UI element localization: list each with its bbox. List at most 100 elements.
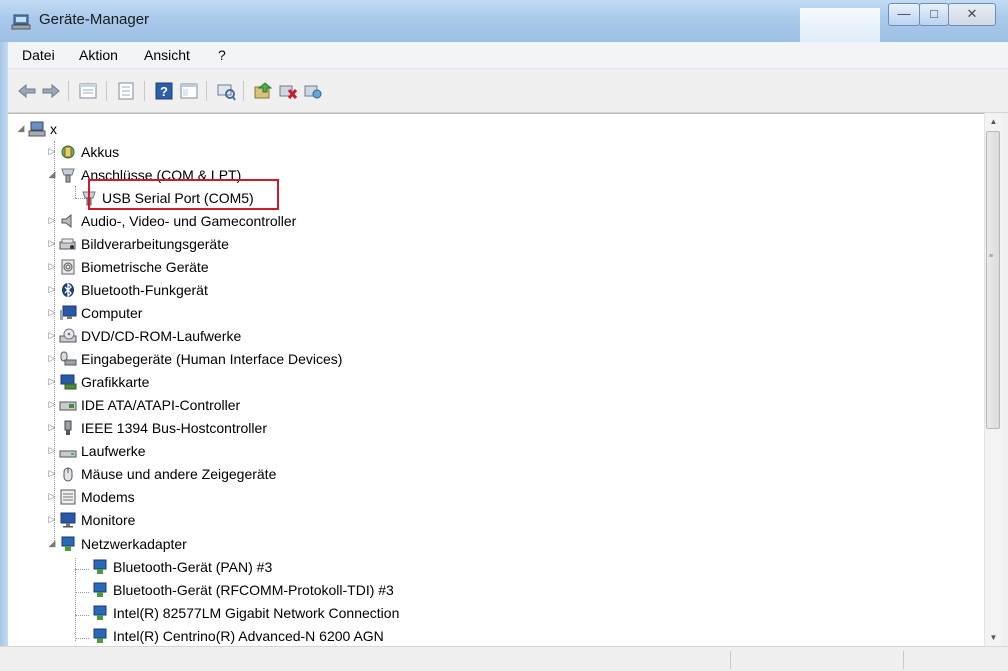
tree-line [75, 615, 89, 616]
tree-item-audio[interactable]: ▷ Audio-, Video- und Gamecontroller [47, 209, 297, 232]
network-adapter-icon [93, 605, 107, 620]
collapse-icon[interactable]: ◢ [47, 169, 57, 180]
monitor-icon [60, 512, 76, 527]
console-tree-icon[interactable] [179, 81, 199, 101]
tree-item-label: Bildverarbeitungsgeräte [81, 235, 229, 252]
network-adapter-icon [93, 628, 107, 643]
tree-line [75, 638, 89, 639]
tree-item-laufwerke[interactable]: ▷ Laufwerke [47, 439, 146, 462]
tree-item-grafikkarte[interactable]: ▷ Grafikkarte [47, 370, 150, 393]
tree-item-monitore[interactable]: ▷ Monitore [47, 508, 136, 531]
expand-icon[interactable]: ▷ [47, 514, 57, 525]
tree-item-dvd[interactable]: ▷ DVD/CD-ROM-Laufwerke [47, 324, 242, 347]
tree-item-netzwerkadapter[interactable]: ◢ Netzwerkadapter [47, 532, 187, 555]
device-manager-icon [11, 14, 31, 30]
expand-icon[interactable]: ▷ [47, 330, 57, 341]
expand-icon[interactable]: ▷ [47, 353, 57, 364]
tree-item-bildverarbeitung[interactable]: ▷ Bildverarbeitungsgeräte [47, 232, 229, 255]
tree-item-network-child[interactable]: Intel(R) 82577LM Gigabit Network Connect… [91, 601, 399, 624]
status-bar [0, 646, 1008, 671]
scroll-down-icon[interactable]: ▼ [985, 629, 1002, 646]
expand-icon[interactable]: ▷ [47, 146, 57, 157]
network-adapter-icon [61, 536, 75, 551]
minimize-button[interactable]: — [888, 3, 920, 26]
collapse-icon[interactable]: ◢ [47, 538, 57, 549]
back-icon[interactable] [17, 81, 37, 101]
battery-icon [61, 145, 75, 158]
window-title: Geräte-Manager [39, 11, 150, 28]
toolbar-separator [68, 81, 69, 101]
tree-item-computer[interactable]: ▷ Computer [47, 301, 143, 324]
tree-item-label: Intel(R) 82577LM Gigabit Network Connect… [113, 604, 400, 621]
expand-icon[interactable]: ▷ [47, 284, 57, 295]
close-button[interactable]: ✕ [948, 3, 996, 26]
tree-item-label: Bluetooth-Funkgerät [81, 281, 208, 298]
vertical-scrollbar[interactable]: ▲ ≡ ▼ [984, 113, 1002, 646]
modem-icon [60, 489, 76, 504]
tree-item-ieee1394[interactable]: ▷ IEEE 1394 Bus-Hostcontroller [47, 416, 267, 439]
tree-root[interactable]: ◢ x [16, 117, 57, 140]
update-driver-icon[interactable] [253, 81, 273, 101]
properties-icon[interactable] [78, 81, 98, 101]
uninstall-icon[interactable] [303, 81, 323, 101]
minimize-icon: — [897, 6, 911, 21]
tree-line [75, 186, 76, 198]
expand-icon[interactable]: ▷ [47, 238, 57, 249]
help-icon[interactable]: ? [154, 81, 174, 101]
expand-icon[interactable]: ▷ [47, 445, 57, 456]
tree-item-modems[interactable]: ▷ Modems [47, 485, 135, 508]
monitor-icon [60, 305, 77, 320]
expand-icon[interactable]: ▷ [47, 399, 57, 410]
expand-icon[interactable]: ▷ [47, 422, 57, 433]
maximize-button[interactable]: □ [919, 3, 949, 26]
mouse-icon [63, 467, 73, 481]
tree-item-label: Bluetooth-Gerät (PAN) #3 [113, 558, 273, 575]
menu-ansicht[interactable]: Ansicht [144, 47, 190, 63]
tree-item-maeuse[interactable]: ▷ Mäuse und andere Zeigegeräte [47, 462, 277, 485]
toolbar: ? [8, 69, 1008, 113]
tree-item-label: IEEE 1394 Bus-Hostcontroller [81, 419, 267, 436]
expand-icon[interactable]: ▷ [47, 376, 57, 387]
tree-item-label: Bluetooth-Gerät (RFCOMM-Protokoll-TDI) #… [113, 581, 394, 598]
tree-item-label: DVD/CD-ROM-Laufwerke [81, 327, 242, 344]
menu-aktion[interactable]: Aktion [79, 47, 118, 63]
tree-item-bluetooth[interactable]: ▷ Bluetooth-Funkgerät [47, 278, 208, 301]
title-bar: Geräte-Manager — □ ✕ [0, 0, 1008, 42]
toolbar-separator [243, 81, 244, 101]
expand-icon[interactable]: ▷ [47, 491, 57, 502]
tree-item-network-child[interactable]: Bluetooth-Gerät (RFCOMM-Protokoll-TDI) #… [91, 578, 394, 601]
disable-device-icon[interactable] [278, 81, 298, 101]
tree-item-biometrisch[interactable]: ▷ Biometrische Geräte [47, 255, 209, 278]
tree-item-ide[interactable]: ▷ IDE ATA/ATAPI-Controller [47, 393, 241, 416]
expand-icon[interactable]: ▷ [47, 215, 57, 226]
view-icon[interactable] [116, 81, 136, 101]
scan-hardware-icon[interactable] [216, 81, 236, 101]
collapse-icon[interactable]: ◢ [16, 123, 26, 134]
tree-item-label: Netzwerkadapter [81, 535, 187, 552]
toolbar-separator [106, 81, 107, 101]
tree-item-akkus[interactable]: ▷ Akkus [47, 140, 120, 163]
tree-item-label: Mäuse und andere Zeigegeräte [81, 465, 277, 482]
ide-controller-icon [59, 401, 77, 410]
firewire-icon [64, 420, 72, 435]
menu-datei[interactable]: Datei [22, 47, 55, 63]
expand-icon[interactable]: ▷ [47, 307, 57, 318]
tree-item-label: Biometrische Geräte [81, 258, 209, 275]
computer-icon [28, 121, 46, 136]
tree-item-eingabe[interactable]: ▷ Eingabegeräte (Human Interface Devices… [47, 347, 343, 370]
tree-item-network-child[interactable]: Intel(R) Centrino(R) Advanced-N 6200 AGN [91, 624, 384, 647]
forward-icon[interactable] [41, 81, 61, 101]
expand-icon[interactable]: ▷ [47, 261, 57, 272]
scrollbar-thumb[interactable] [986, 131, 1000, 429]
device-tree[interactable]: ◢ x ▷ Akkus ◢ Anschlüsse (COM & LPT) USB… [8, 113, 984, 647]
toolbar-separator [206, 81, 207, 101]
menu-help[interactable]: ? [218, 47, 226, 63]
network-adapter-icon [93, 559, 107, 574]
display-adapter-icon [60, 374, 77, 389]
tree-item-network-child[interactable]: Bluetooth-Gerät (PAN) #3 [91, 555, 272, 578]
scroll-up-icon[interactable]: ▲ [985, 113, 1002, 130]
expand-icon[interactable]: ▷ [47, 468, 57, 479]
tree-item-label: Laufwerke [81, 442, 146, 459]
network-adapter-icon [93, 582, 107, 597]
speaker-icon [61, 213, 72, 228]
